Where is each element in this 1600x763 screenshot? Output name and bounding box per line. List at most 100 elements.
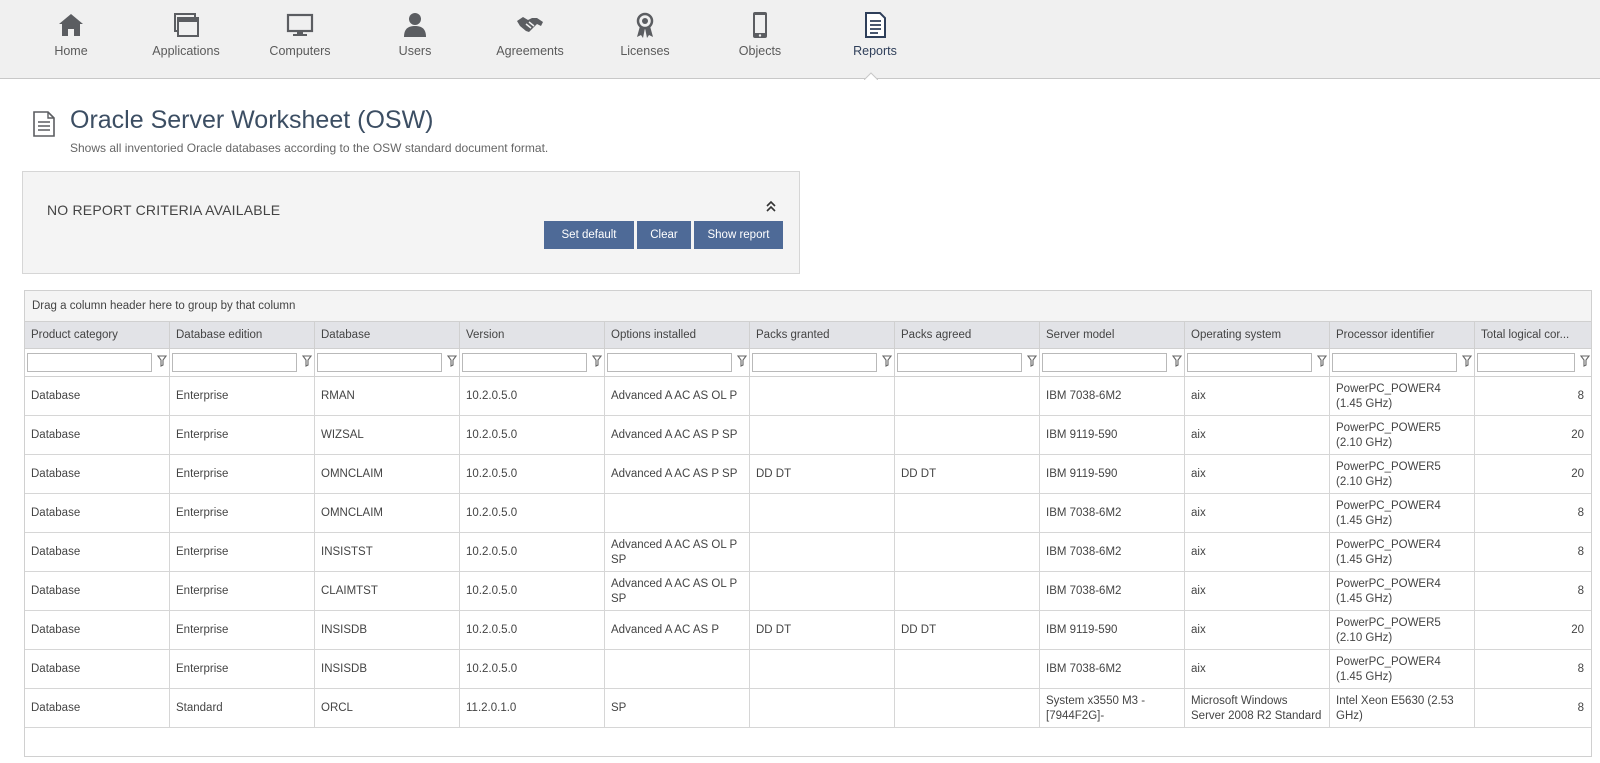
table-row[interactable]: Database Standard ORCL 11.2.0.1.0 SP System x… <box>25 689 1591 728</box>
computer-icon <box>286 11 314 39</box>
column-filter-input[interactable] <box>462 353 587 372</box>
table-cell: 8 <box>1475 689 1591 728</box>
table-cell: Intel Xeon E5630 (2.53 GHz) <box>1330 689 1475 728</box>
column-filter-input[interactable] <box>1042 353 1167 372</box>
nav-item-label: Licenses <box>620 44 670 58</box>
set-default-button[interactable]: Set default <box>544 221 634 249</box>
table-row[interactable]: Database Enterprise OMNCLAIM 10.2.0.5.0 IBM … <box>25 494 1591 533</box>
filter-icon[interactable] <box>737 355 747 367</box>
column-header[interactable]: Server model <box>1040 322 1185 349</box>
table-cell <box>895 377 1040 416</box>
table-cell: aix <box>1185 494 1330 533</box>
handshake-icon <box>516 11 544 39</box>
table-cell: INSISDB <box>315 650 460 689</box>
column-header[interactable]: Packs agreed <box>895 322 1040 349</box>
table-cell: 10.2.0.5.0 <box>460 650 605 689</box>
filter-cell <box>1185 349 1330 377</box>
group-by-drop-zone[interactable]: Drag a column header here to group by th… <box>25 291 1591 322</box>
table-cell <box>895 494 1040 533</box>
filter-icon[interactable] <box>1580 355 1590 367</box>
table-cell: 10.2.0.5.0 <box>460 533 605 572</box>
nav-item-home[interactable]: Home <box>16 0 126 78</box>
table-cell <box>605 650 750 689</box>
filter-icon[interactable] <box>447 355 457 367</box>
nav-item-computers[interactable]: Computers <box>245 0 355 78</box>
nav-item-users[interactable]: Users <box>360 0 470 78</box>
table-cell <box>750 416 895 455</box>
column-header[interactable]: Product category <box>25 322 170 349</box>
filter-icon[interactable] <box>882 355 892 367</box>
column-header[interactable]: Processor identifier <box>1330 322 1475 349</box>
table-cell: Advanced A AC AS OL P SP <box>605 572 750 611</box>
column-header[interactable]: Total logical cor... <box>1475 322 1591 349</box>
table-row[interactable]: Database Enterprise RMAN 10.2.0.5.0 Advanced… <box>25 377 1591 416</box>
table-row[interactable]: Database Enterprise INSISDB 10.2.0.5.0 IBM 7… <box>25 650 1591 689</box>
column-filter-input[interactable] <box>317 353 442 372</box>
column-filter-input[interactable] <box>1477 353 1575 372</box>
table-cell: PowerPC_POWER4 (1.45 GHz) <box>1330 572 1475 611</box>
filter-cell <box>1040 349 1185 377</box>
column-filter-input[interactable] <box>1332 353 1457 372</box>
table-cell: IBM 9119-590 <box>1040 611 1185 650</box>
table-row[interactable]: Database Enterprise CLAIMTST 10.2.0.5.0 Adva… <box>25 572 1591 611</box>
filter-icon[interactable] <box>302 355 312 367</box>
table-cell: RMAN <box>315 377 460 416</box>
filter-icon[interactable] <box>1027 355 1037 367</box>
filter-icon[interactable] <box>1462 355 1472 367</box>
column-header[interactable]: Options installed <box>605 322 750 349</box>
column-filter-input[interactable] <box>607 353 732 372</box>
table-row[interactable]: Database Enterprise WIZSAL 10.2.0.5.0 Advanc… <box>25 416 1591 455</box>
table-cell: PowerPC_POWER5 (2.10 GHz) <box>1330 455 1475 494</box>
table-cell: 11.2.0.1.0 <box>460 689 605 728</box>
nav-item-agreements[interactable]: Agreements <box>475 0 585 78</box>
column-header[interactable]: Packs granted <box>750 322 895 349</box>
column-filter-input[interactable] <box>27 353 152 372</box>
table-cell <box>895 533 1040 572</box>
table-cell: Advanced A AC AS P SP <box>605 455 750 494</box>
table-cell: 8 <box>1475 650 1591 689</box>
filter-icon[interactable] <box>592 355 602 367</box>
page-subtitle: Shows all inventoried Oracle databases a… <box>70 141 549 155</box>
nav-item-applications[interactable]: Applications <box>131 0 241 78</box>
table-cell: OMNCLAIM <box>315 494 460 533</box>
table-cell: Database <box>25 689 170 728</box>
filter-icon[interactable] <box>1172 355 1182 367</box>
table-cell: 8 <box>1475 494 1591 533</box>
filter-cell <box>605 349 750 377</box>
column-header[interactable]: Operating system <box>1185 322 1330 349</box>
nav-item-label: Computers <box>269 44 331 58</box>
filter-icon[interactable] <box>1317 355 1327 367</box>
table-row[interactable]: Database Enterprise OMNCLAIM 10.2.0.5.0 Adva… <box>25 455 1591 494</box>
table-cell: Enterprise <box>170 650 315 689</box>
nav-item-reports[interactable]: Reports <box>820 0 930 78</box>
nav-item-label: Users <box>398 44 432 58</box>
clear-button[interactable]: Clear <box>637 221 691 249</box>
table-cell: INSISTST <box>315 533 460 572</box>
table-cell: INSISDB <box>315 611 460 650</box>
table-cell: 20 <box>1475 611 1591 650</box>
column-filter-input[interactable] <box>1187 353 1312 372</box>
column-filter-input[interactable] <box>897 353 1022 372</box>
table-cell <box>750 572 895 611</box>
table-cell: 8 <box>1475 377 1591 416</box>
table-cell <box>750 494 895 533</box>
nav-item-licenses[interactable]: Licenses <box>590 0 700 78</box>
table-cell: PowerPC_POWER4 (1.45 GHz) <box>1330 494 1475 533</box>
table-row[interactable]: Database Enterprise INSISTST 10.2.0.5.0 Adva… <box>25 533 1591 572</box>
column-header[interactable]: Database edition <box>170 322 315 349</box>
filter-icon[interactable] <box>157 355 167 367</box>
column-filter-input[interactable] <box>172 353 297 372</box>
filter-cell <box>1330 349 1475 377</box>
nav-item-objects[interactable]: Objects <box>705 0 815 78</box>
column-header[interactable]: Database <box>315 322 460 349</box>
table-cell: IBM 7038-6M2 <box>1040 494 1185 533</box>
table-cell <box>750 377 895 416</box>
column-filter-input[interactable] <box>752 353 877 372</box>
table-cell: Enterprise <box>170 572 315 611</box>
show-report-button[interactable]: Show report <box>694 221 783 249</box>
mobile-device-icon <box>746 11 774 39</box>
report-document-icon <box>861 11 889 39</box>
collapse-up-icon[interactable] <box>765 199 777 213</box>
table-row[interactable]: Database Enterprise INSISDB 10.2.0.5.0 Advan… <box>25 611 1591 650</box>
column-header[interactable]: Version <box>460 322 605 349</box>
